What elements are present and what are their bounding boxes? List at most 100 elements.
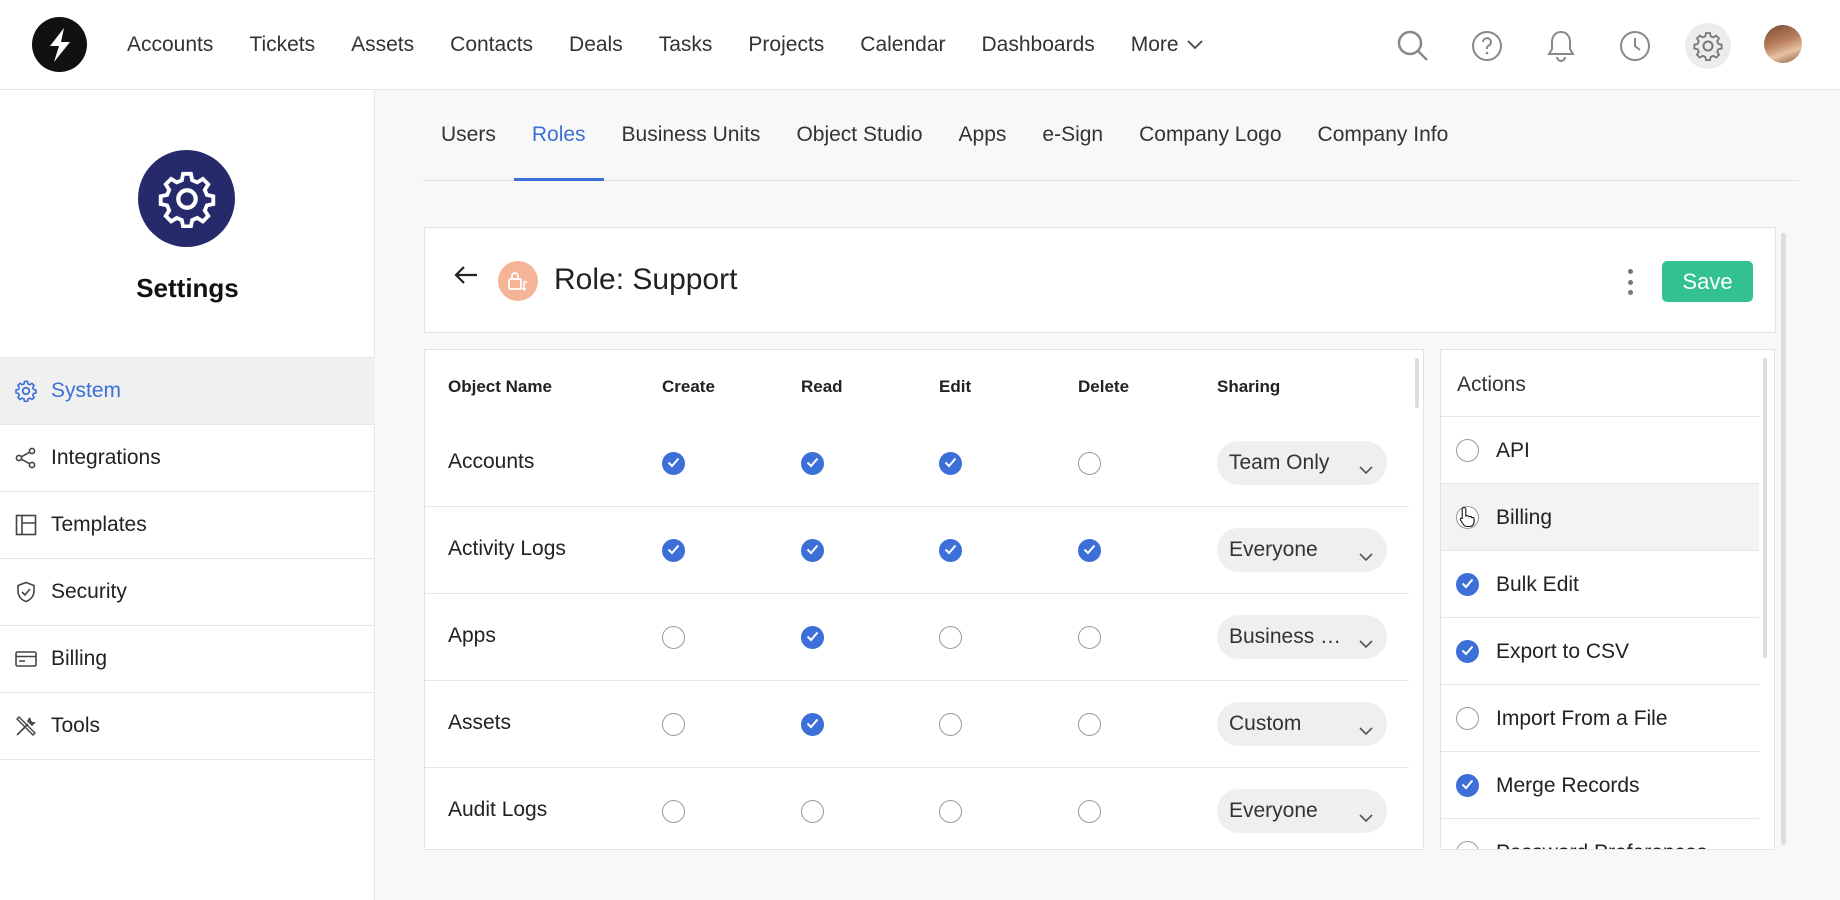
search-button[interactable] [1390, 23, 1436, 69]
sharing-select-assets[interactable]: Custom [1217, 702, 1387, 746]
action-checkbox[interactable] [1456, 573, 1479, 596]
delete-checkbox-assets[interactable] [1078, 713, 1101, 736]
nav-tickets[interactable]: Tickets [249, 33, 315, 57]
create-checkbox-assets[interactable] [662, 713, 685, 736]
sharing-value: Everyone [1229, 538, 1318, 561]
tab-object-studio[interactable]: Object Studio [778, 90, 940, 180]
column-header-sharing: Sharing [1217, 377, 1281, 396]
share-icon [14, 446, 38, 470]
sidebar-item-system[interactable]: System [0, 358, 375, 425]
sidebar-title: Settings [136, 273, 239, 303]
gear-icon [1693, 32, 1723, 61]
create-checkbox-apps[interactable] [662, 626, 685, 649]
create-checkbox-audit-logs[interactable] [662, 800, 685, 823]
read-checkbox-accounts[interactable] [801, 452, 824, 475]
action-checkbox[interactable] [1456, 774, 1479, 797]
action-checkbox[interactable] [1456, 707, 1479, 730]
column-header-object-name: Object Name [448, 377, 552, 396]
delete-checkbox-audit-logs[interactable] [1078, 800, 1101, 823]
read-checkbox-audit-logs[interactable] [801, 800, 824, 823]
create-checkbox-activity-logs[interactable] [662, 539, 685, 562]
checkmark-icon [1461, 576, 1474, 594]
sidebar-item-label: Security [51, 580, 127, 603]
chevron-down-icon [1359, 544, 1373, 568]
edit-checkbox-accounts[interactable] [939, 452, 962, 475]
action-item-api[interactable]: API [1441, 416, 1759, 483]
tab-roles[interactable]: Roles [513, 90, 604, 181]
sharing-select-apps[interactable]: Business Unit [1217, 615, 1387, 659]
nav-contacts[interactable]: Contacts [450, 33, 533, 57]
nav-dashboards[interactable]: Dashboards [982, 33, 1095, 57]
tab-e-sign[interactable]: e-Sign [1024, 90, 1121, 180]
lock-swap-icon [508, 272, 528, 292]
column-header-edit: Edit [939, 377, 972, 396]
sidebar-item-label: Tools [51, 714, 101, 737]
save-button[interactable]: Save [1662, 261, 1753, 302]
nav-more-label: More [1130, 33, 1179, 56]
object-name: Assets [448, 711, 512, 734]
action-checkbox[interactable] [1456, 439, 1479, 462]
nav-assets[interactable]: Assets [351, 33, 414, 57]
sidebar-item-billing[interactable]: Billing [0, 626, 375, 693]
history-button[interactable] [1612, 23, 1658, 69]
notifications-button[interactable] [1538, 23, 1584, 69]
tab-apps[interactable]: Apps [941, 90, 1025, 180]
table-scrollbar[interactable] [1415, 358, 1419, 408]
help-button[interactable] [1464, 23, 1510, 69]
edit-checkbox-audit-logs[interactable] [939, 800, 962, 823]
more-options-button[interactable] [1625, 269, 1635, 295]
sharing-select-audit-logs[interactable]: Everyone [1217, 789, 1387, 833]
tab-company-logo[interactable]: Company Logo [1121, 90, 1299, 180]
read-checkbox-assets[interactable] [801, 713, 824, 736]
sidebar-item-tools[interactable]: Tools [0, 693, 375, 760]
checkmark-icon [806, 716, 819, 734]
role-title: Role: Support [554, 263, 738, 296]
edit-checkbox-activity-logs[interactable] [939, 539, 962, 562]
action-item-bulk-edit[interactable]: Bulk Edit [1441, 550, 1759, 617]
actions-scrollbar[interactable] [1763, 358, 1767, 658]
content-scrollbar[interactable] [1781, 233, 1786, 845]
role-header: Role: Support Save [424, 227, 1776, 333]
nav-more-dropdown[interactable]: More [1131, 33, 1203, 57]
settings-sidebar: Settings System Integrations Templates S… [0, 90, 375, 900]
settings-tabs: Users Roles Business Units Object Studio… [423, 90, 1799, 181]
action-item-billing[interactable]: Billing [1441, 483, 1759, 550]
nav-projects[interactable]: Projects [748, 33, 824, 57]
action-checkbox[interactable] [1456, 640, 1479, 663]
nav-accounts[interactable]: Accounts [127, 33, 213, 57]
delete-checkbox-activity-logs[interactable] [1078, 539, 1101, 562]
sidebar-item-integrations[interactable]: Integrations [0, 425, 375, 492]
arrow-left-icon [454, 266, 477, 284]
action-item-import-from-a-file[interactable]: Import From a File [1441, 684, 1759, 751]
nav-tasks[interactable]: Tasks [659, 33, 713, 57]
create-checkbox-accounts[interactable] [662, 452, 685, 475]
object-name: Apps [448, 624, 496, 647]
settings-button[interactable] [1685, 23, 1731, 69]
action-item-export-to-csv[interactable]: Export to CSV [1441, 617, 1759, 684]
app-logo[interactable] [32, 17, 87, 72]
action-label: Merge Records [1496, 774, 1640, 797]
back-button[interactable] [453, 264, 479, 291]
tab-business-units[interactable]: Business Units [604, 90, 779, 180]
nav-deals[interactable]: Deals [569, 33, 623, 57]
delete-checkbox-accounts[interactable] [1078, 452, 1101, 475]
sidebar-item-templates[interactable]: Templates [0, 492, 375, 559]
edit-checkbox-assets[interactable] [939, 713, 962, 736]
action-item-merge-records[interactable]: Merge Records [1441, 751, 1759, 818]
checkmark-icon [806, 542, 819, 560]
sharing-select-activity-logs[interactable]: Everyone [1217, 528, 1387, 572]
action-item-password-preferences[interactable]: Password Preferences [1441, 818, 1759, 849]
settings-badge [138, 150, 235, 247]
read-checkbox-apps[interactable] [801, 626, 824, 649]
user-avatar[interactable] [1764, 25, 1802, 63]
action-checkbox[interactable] [1456, 841, 1479, 849]
read-checkbox-activity-logs[interactable] [801, 539, 824, 562]
sharing-select-accounts[interactable]: Team Only [1217, 441, 1387, 485]
tab-users[interactable]: Users [423, 90, 514, 180]
tab-company-info[interactable]: Company Info [1300, 90, 1467, 180]
edit-checkbox-apps[interactable] [939, 626, 962, 649]
sidebar-item-security[interactable]: Security [0, 559, 375, 626]
nav-calendar[interactable]: Calendar [860, 33, 945, 57]
delete-checkbox-apps[interactable] [1078, 626, 1101, 649]
sidebar-item-label: Templates [51, 513, 147, 536]
